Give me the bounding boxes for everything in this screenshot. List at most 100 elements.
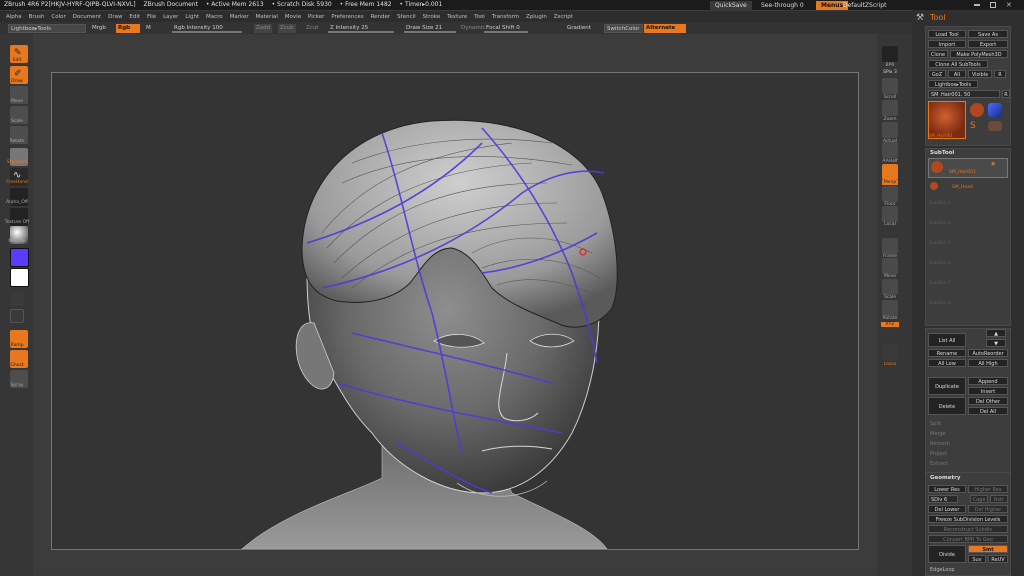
see-through-slider[interactable]: See-through 0 [756, 1, 809, 10]
focal-shift-track[interactable] [484, 31, 528, 33]
all-high-button[interactable]: All High [968, 359, 1008, 367]
suv-button[interactable]: Suv [968, 555, 986, 563]
goz-button[interactable]: GoZ [928, 70, 946, 78]
merge-menu[interactable]: Merge [930, 431, 946, 437]
window-controls[interactable]: ✕ [970, 1, 1020, 9]
m-button[interactable]: M [144, 24, 153, 33]
simplebrush-icon[interactable]: S [970, 121, 984, 131]
all-button[interactable]: All [948, 70, 966, 78]
clone-all-subtools-button[interactable]: Clone All SubTools [928, 60, 988, 68]
import-button[interactable]: Import [928, 40, 966, 48]
zoom-button[interactable] [882, 100, 898, 116]
subtool-item-head[interactable]: SM_Head [928, 180, 1008, 194]
floor-button[interactable] [882, 186, 898, 202]
reconstruct-subdiv-button[interactable]: Reconstruct Subdiv [928, 525, 1008, 533]
lightbox-tools-tray-button[interactable]: Lightbox▸Tools [928, 80, 978, 88]
move-view-button[interactable] [882, 258, 898, 274]
rotate-view-button[interactable] [882, 300, 898, 316]
insert-button[interactable]: Insert [968, 387, 1008, 395]
visible-button[interactable]: Visible [968, 70, 992, 78]
r-tool-button[interactable]: R [1002, 90, 1010, 98]
convert-bpr-button[interactable]: Convert BPR To Geo [928, 535, 1008, 543]
split-menu[interactable]: Split [930, 421, 941, 427]
document-canvas[interactable] [51, 72, 859, 550]
save-as-button[interactable]: Save As [968, 30, 1008, 38]
geometry-title[interactable]: Geometry [930, 475, 960, 481]
del-other-button[interactable]: Del Other [968, 397, 1008, 405]
close-icon[interactable]: ✕ [1006, 1, 1012, 9]
higher-res-button[interactable]: Higher Res [968, 485, 1008, 493]
spix-slider[interactable]: SPix 3 [877, 70, 903, 75]
draw-size-track[interactable] [404, 31, 456, 33]
picker-icon[interactable] [10, 292, 24, 306]
reuv-button[interactable]: ReUV [988, 555, 1008, 563]
switchcolor-button[interactable]: SwitchColor [604, 24, 643, 33]
grid-icon[interactable] [10, 309, 24, 323]
rgb-button[interactable]: Rgb [116, 24, 140, 33]
freeze-subdivision-button[interactable]: Freeze SubDivision Levels [928, 515, 1008, 523]
frame-button[interactable] [882, 238, 898, 254]
delete-button[interactable]: Delete [928, 397, 966, 415]
mrgb-button[interactable]: Mrgb [90, 24, 108, 33]
tool-thumbnail-zsketch[interactable] [988, 121, 1002, 131]
persp-button[interactable] [882, 164, 898, 180]
del-all-button[interactable]: Del All [968, 407, 1008, 415]
rename-button[interactable]: Rename [928, 349, 966, 357]
xyz-button[interactable]: XYZ [881, 322, 899, 327]
remesh-menu[interactable]: Remesh [930, 441, 950, 447]
aahalf-button[interactable] [882, 142, 898, 158]
lower-res-button[interactable]: Lower Res [928, 485, 966, 493]
minimize-icon[interactable] [974, 4, 980, 6]
subtool-title[interactable]: SubTool [930, 150, 954, 156]
bpr-button[interactable] [882, 46, 898, 62]
project-menu[interactable]: Project [930, 451, 947, 457]
scale-view-button[interactable] [882, 279, 898, 295]
all-low-button[interactable]: All Low [928, 359, 966, 367]
default-zscript-button[interactable]: DefaultZScript [838, 1, 891, 10]
scroll-button[interactable] [882, 78, 898, 94]
current-tool-slider[interactable]: SM_Hair001. 50 [928, 90, 1000, 98]
tool-thumbnail-polymesh[interactable] [988, 103, 1002, 117]
zadd-button[interactable]: Zadd [254, 24, 273, 33]
zcut-button[interactable]: Zcut [304, 24, 320, 33]
rgb-intensity-track[interactable] [172, 31, 242, 33]
alternate-button[interactable]: Alternate [644, 24, 686, 33]
quicksave-button[interactable]: QuickSave [710, 1, 752, 10]
actual-button[interactable] [882, 122, 898, 138]
gradient-button[interactable]: Gradient [565, 24, 593, 33]
make-polymesh-button[interactable]: Make PolyMesh3D [950, 50, 1008, 58]
clone-button[interactable]: Clone [928, 50, 948, 58]
edgeloop-menu[interactable]: EdgeLoop [930, 567, 955, 573]
del-lower-button[interactable]: Del Lower [928, 505, 966, 513]
move-down-arrow-icon[interactable]: ▼ [986, 339, 1006, 347]
maximize-icon[interactable] [990, 2, 996, 8]
export-button[interactable]: Export [968, 40, 1008, 48]
tool-thumbnail-hair[interactable] [970, 103, 984, 117]
divide-button[interactable]: Divide [928, 545, 966, 563]
cage-button[interactable]: Cage [970, 495, 988, 503]
list-all-button[interactable]: List All [928, 333, 966, 347]
lightbox-tools-button[interactable]: Lightbox▸Tools [8, 24, 86, 33]
sdiv-slider[interactable]: SDiv 6 [928, 495, 958, 503]
eye-icon[interactable]: ◉ [991, 161, 995, 167]
head-model-render[interactable] [52, 73, 858, 550]
tool-palette-title[interactable]: ⚒ Tool [912, 10, 1024, 26]
r-button[interactable]: R [994, 70, 1006, 78]
zsub-button[interactable]: Zsub [278, 24, 296, 33]
lasso-button[interactable] [882, 344, 898, 360]
del-higher-button[interactable]: Del Higher [968, 505, 1008, 513]
subtool-item-hair[interactable]: SM_Hair001 ◉ [928, 158, 1008, 178]
autoreorder-button[interactable]: AutoReorder [968, 349, 1008, 357]
bpr-label: BPR [885, 63, 895, 68]
secondary-color-swatch[interactable] [10, 268, 29, 287]
smt-button[interactable]: Smt [968, 545, 1008, 553]
rstr-button[interactable]: Rstr [990, 495, 1008, 503]
move-up-arrow-icon[interactable]: ▲ [986, 329, 1006, 337]
duplicate-button[interactable]: Duplicate [928, 377, 966, 395]
extract-menu[interactable]: Extract [930, 461, 948, 467]
local-button[interactable] [882, 206, 898, 222]
load-tool-button[interactable]: Load Tool [928, 30, 966, 38]
append-button[interactable]: Append [968, 377, 1008, 385]
primary-color-swatch[interactable] [10, 248, 29, 267]
z-intensity-track[interactable] [328, 31, 394, 33]
